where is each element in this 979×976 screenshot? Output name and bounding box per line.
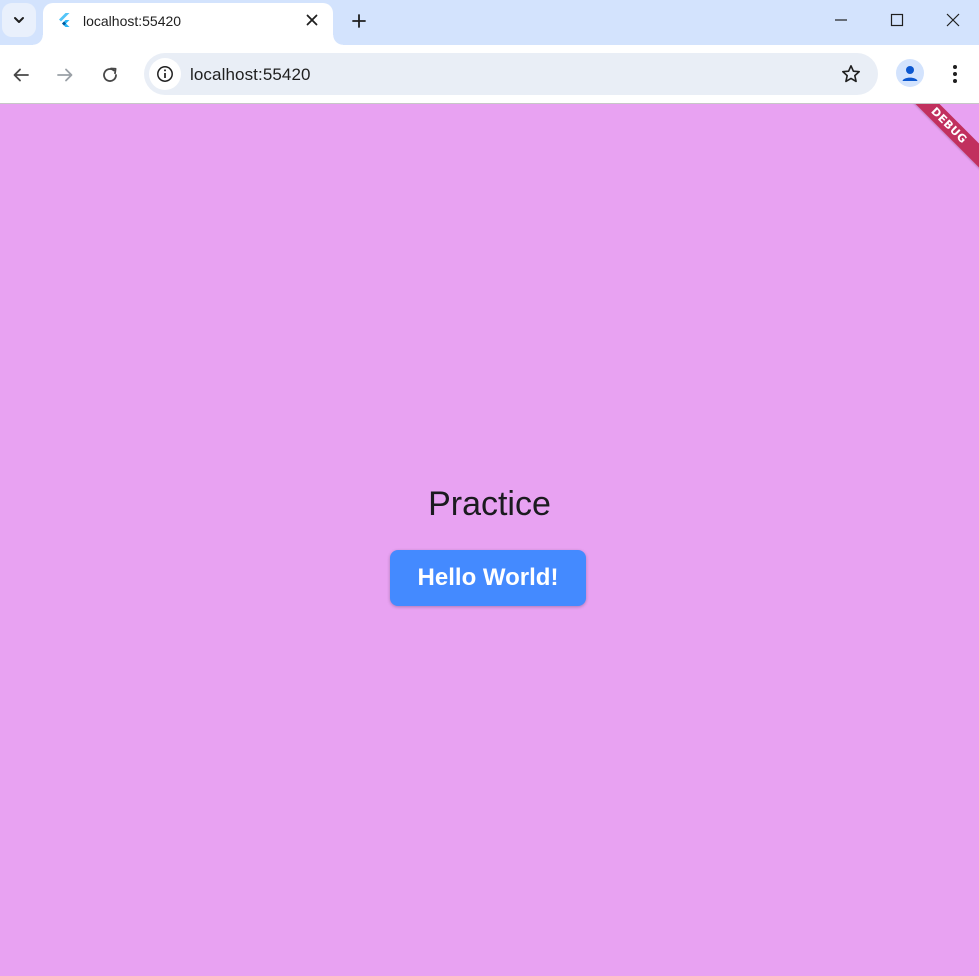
reload-icon <box>103 67 117 82</box>
tab-close-button[interactable] <box>301 9 323 31</box>
arrow-left-icon <box>13 68 29 82</box>
star-icon <box>842 65 860 83</box>
kebab-menu-icon <box>953 65 957 83</box>
forward-button[interactable] <box>48 58 82 92</box>
maximize-button[interactable] <box>869 0 925 40</box>
site-info-button[interactable] <box>149 58 181 90</box>
tab-title: localhost:55420 <box>83 13 182 29</box>
browser-tab[interactable]: localhost:55420 <box>33 3 343 45</box>
address-bar[interactable]: localhost:55420 <box>144 53 878 95</box>
minimize-button[interactable] <box>813 0 869 40</box>
back-button[interactable] <box>4 58 38 92</box>
profile-button[interactable] <box>896 59 924 87</box>
close-icon <box>946 13 960 27</box>
new-tab-button[interactable] <box>345 7 373 35</box>
maximize-icon <box>890 13 904 27</box>
browser-toolbar: localhost:55420 <box>0 45 979 104</box>
flutter-icon <box>59 13 70 27</box>
app-viewport: DEBUG Practice Hello World! <box>0 104 979 976</box>
tab-strip: localhost:55420 <box>0 0 979 45</box>
info-icon <box>157 66 173 82</box>
plus-icon <box>352 14 366 28</box>
close-icon <box>306 14 318 26</box>
minimize-icon <box>835 19 847 21</box>
reload-button[interactable] <box>93 58 127 92</box>
window-close-button[interactable] <box>925 0 979 40</box>
debug-banner: DEBUG <box>897 104 979 178</box>
arrow-right-icon <box>57 68 73 82</box>
person-icon <box>902 66 918 81</box>
debug-banner-label: DEBUG <box>928 104 970 147</box>
hello-world-button[interactable]: Hello World! <box>390 550 586 606</box>
tab-search-button[interactable] <box>2 3 36 37</box>
page-title: Practice <box>428 485 551 523</box>
chevron-down-icon <box>14 17 24 23</box>
url-text[interactable]: localhost:55420 <box>190 65 311 85</box>
browser-menu-button[interactable] <box>940 58 970 90</box>
bookmark-button[interactable] <box>838 61 864 87</box>
